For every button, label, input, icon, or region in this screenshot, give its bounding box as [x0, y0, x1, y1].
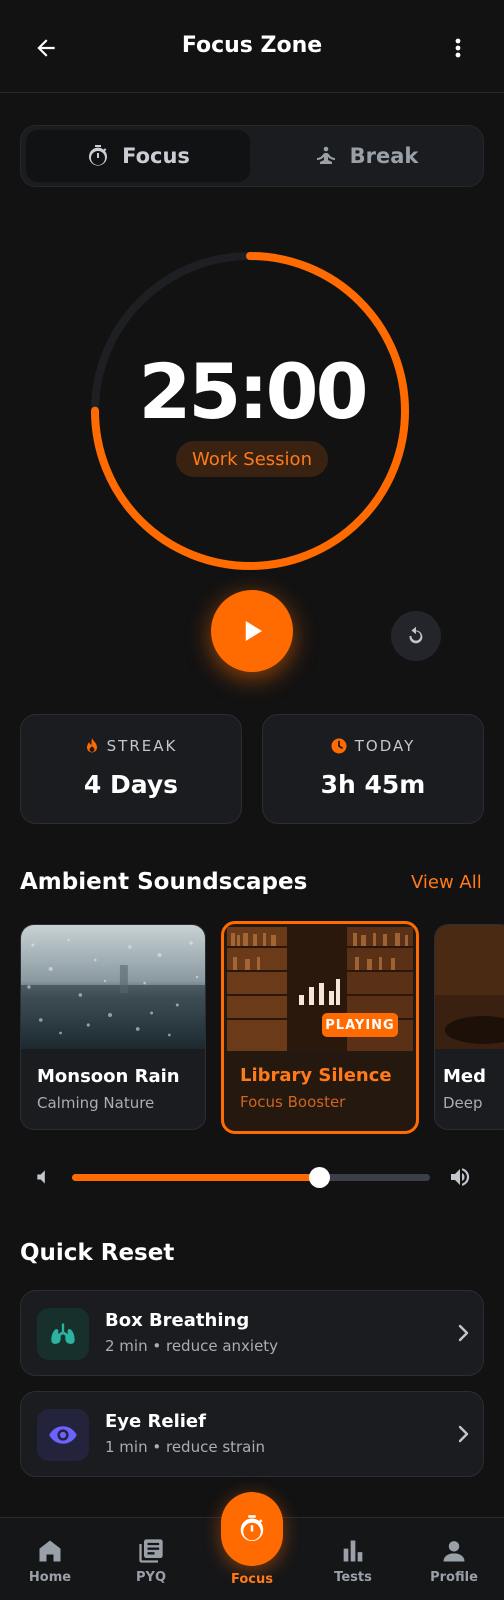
soundscape-card-monsoon-rain[interactable]: Monsoon Rain Calming Nature	[20, 924, 206, 1130]
flame-icon	[86, 738, 97, 753]
streak-card: STREAK 4 Days	[20, 714, 242, 824]
lungs-icon	[37, 1308, 89, 1360]
stopwatch-icon	[240, 1515, 264, 1542]
nav-profile-label: Profile	[430, 1570, 478, 1585]
today-label-row: TODAY	[263, 737, 483, 755]
play-button[interactable]	[211, 590, 293, 672]
clock-icon	[331, 738, 347, 754]
soundscape-title: Med	[443, 1066, 487, 1087]
today-card: TODAY 3h 45m	[262, 714, 484, 824]
play-icon	[245, 621, 262, 641]
nav-tests[interactable]: Tests	[313, 1536, 393, 1585]
bar-chart-icon	[343, 1540, 363, 1562]
soundscape-card-meditation[interactable]: Med Deep	[434, 924, 504, 1130]
chevron-right-icon	[458, 1324, 469, 1342]
nav-pyq[interactable]: PYQ	[111, 1536, 191, 1585]
soundscape-subtitle: Focus Booster	[240, 1093, 346, 1111]
soundscape-card-library-silence[interactable]: PLAYING Library Silence Focus Booster	[221, 921, 419, 1134]
nav-home-label: Home	[28, 1570, 72, 1585]
today-label: TODAY	[354, 737, 416, 755]
soundscape-title: Monsoon Rain	[37, 1066, 180, 1087]
nav-tests-label: Tests	[334, 1570, 372, 1585]
nav-focus[interactable]	[221, 1492, 283, 1566]
refresh-icon	[409, 626, 423, 644]
nav-focus-label: Focus	[231, 1572, 273, 1587]
more-vertical-icon	[455, 38, 461, 58]
person-icon	[443, 1541, 465, 1562]
stopwatch-icon	[89, 145, 108, 166]
more-options-button[interactable]	[440, 30, 476, 66]
volume-slider-thumb[interactable]	[308, 1167, 330, 1188]
streak-value: 4 Days	[83, 770, 179, 799]
soundscape-subtitle: Deep	[443, 1094, 483, 1112]
nav-pyq-label: PYQ	[136, 1570, 166, 1585]
meditation-image	[435, 925, 504, 1049]
tab-break-label: Break	[349, 144, 419, 168]
reset-item-title: Eye Relief	[105, 1411, 206, 1432]
volume-slider-fill	[72, 1174, 320, 1181]
view-all-link[interactable]: View All	[411, 872, 482, 893]
streak-label: STREAK	[106, 737, 178, 755]
quick-reset-title: Quick Reset	[20, 1240, 175, 1266]
soundscape-subtitle: Calming Nature	[37, 1094, 155, 1112]
volume-high-icon	[451, 1168, 470, 1186]
playing-badge: PLAYING	[322, 1013, 398, 1037]
tab-focus-label: Focus	[122, 144, 190, 168]
tab-break[interactable]: Break	[254, 130, 478, 182]
rain-window-image	[21, 925, 205, 1049]
reset-timer-button[interactable]	[391, 611, 441, 661]
reset-item-title: Box Breathing	[105, 1310, 250, 1331]
quick-reset-eye-relief[interactable]: Eye Relief 1 min • reduce strain	[20, 1391, 484, 1477]
home-icon	[39, 1540, 61, 1562]
chevron-right-icon	[458, 1425, 469, 1443]
mode-toggle: Focus Break	[20, 125, 484, 187]
today-value: 3h 45m	[320, 770, 426, 799]
library-books-icon	[139, 1539, 163, 1563]
eye-icon	[37, 1409, 89, 1461]
nav-home[interactable]: Home	[10, 1536, 90, 1585]
reset-item-subtitle: 1 min • reduce strain	[105, 1438, 266, 1456]
meditation-icon	[316, 146, 335, 164]
soundscape-title: Library Silence	[240, 1065, 392, 1086]
reset-item-subtitle: 2 min • reduce anxiety	[105, 1337, 279, 1355]
session-badge: Work Session	[176, 441, 328, 477]
nav-profile[interactable]: Profile	[414, 1536, 494, 1585]
soundscapes-title: Ambient Soundscapes	[20, 869, 308, 895]
streak-label-row: STREAK	[21, 737, 241, 755]
page-title: Focus Zone	[181, 33, 323, 58]
tab-focus[interactable]: Focus	[26, 130, 250, 182]
quick-reset-box-breathing[interactable]: Box Breathing 2 min • reduce anxiety	[20, 1290, 484, 1376]
volume-low-icon	[37, 1170, 45, 1184]
timer-display: 25:00	[138, 347, 369, 436]
